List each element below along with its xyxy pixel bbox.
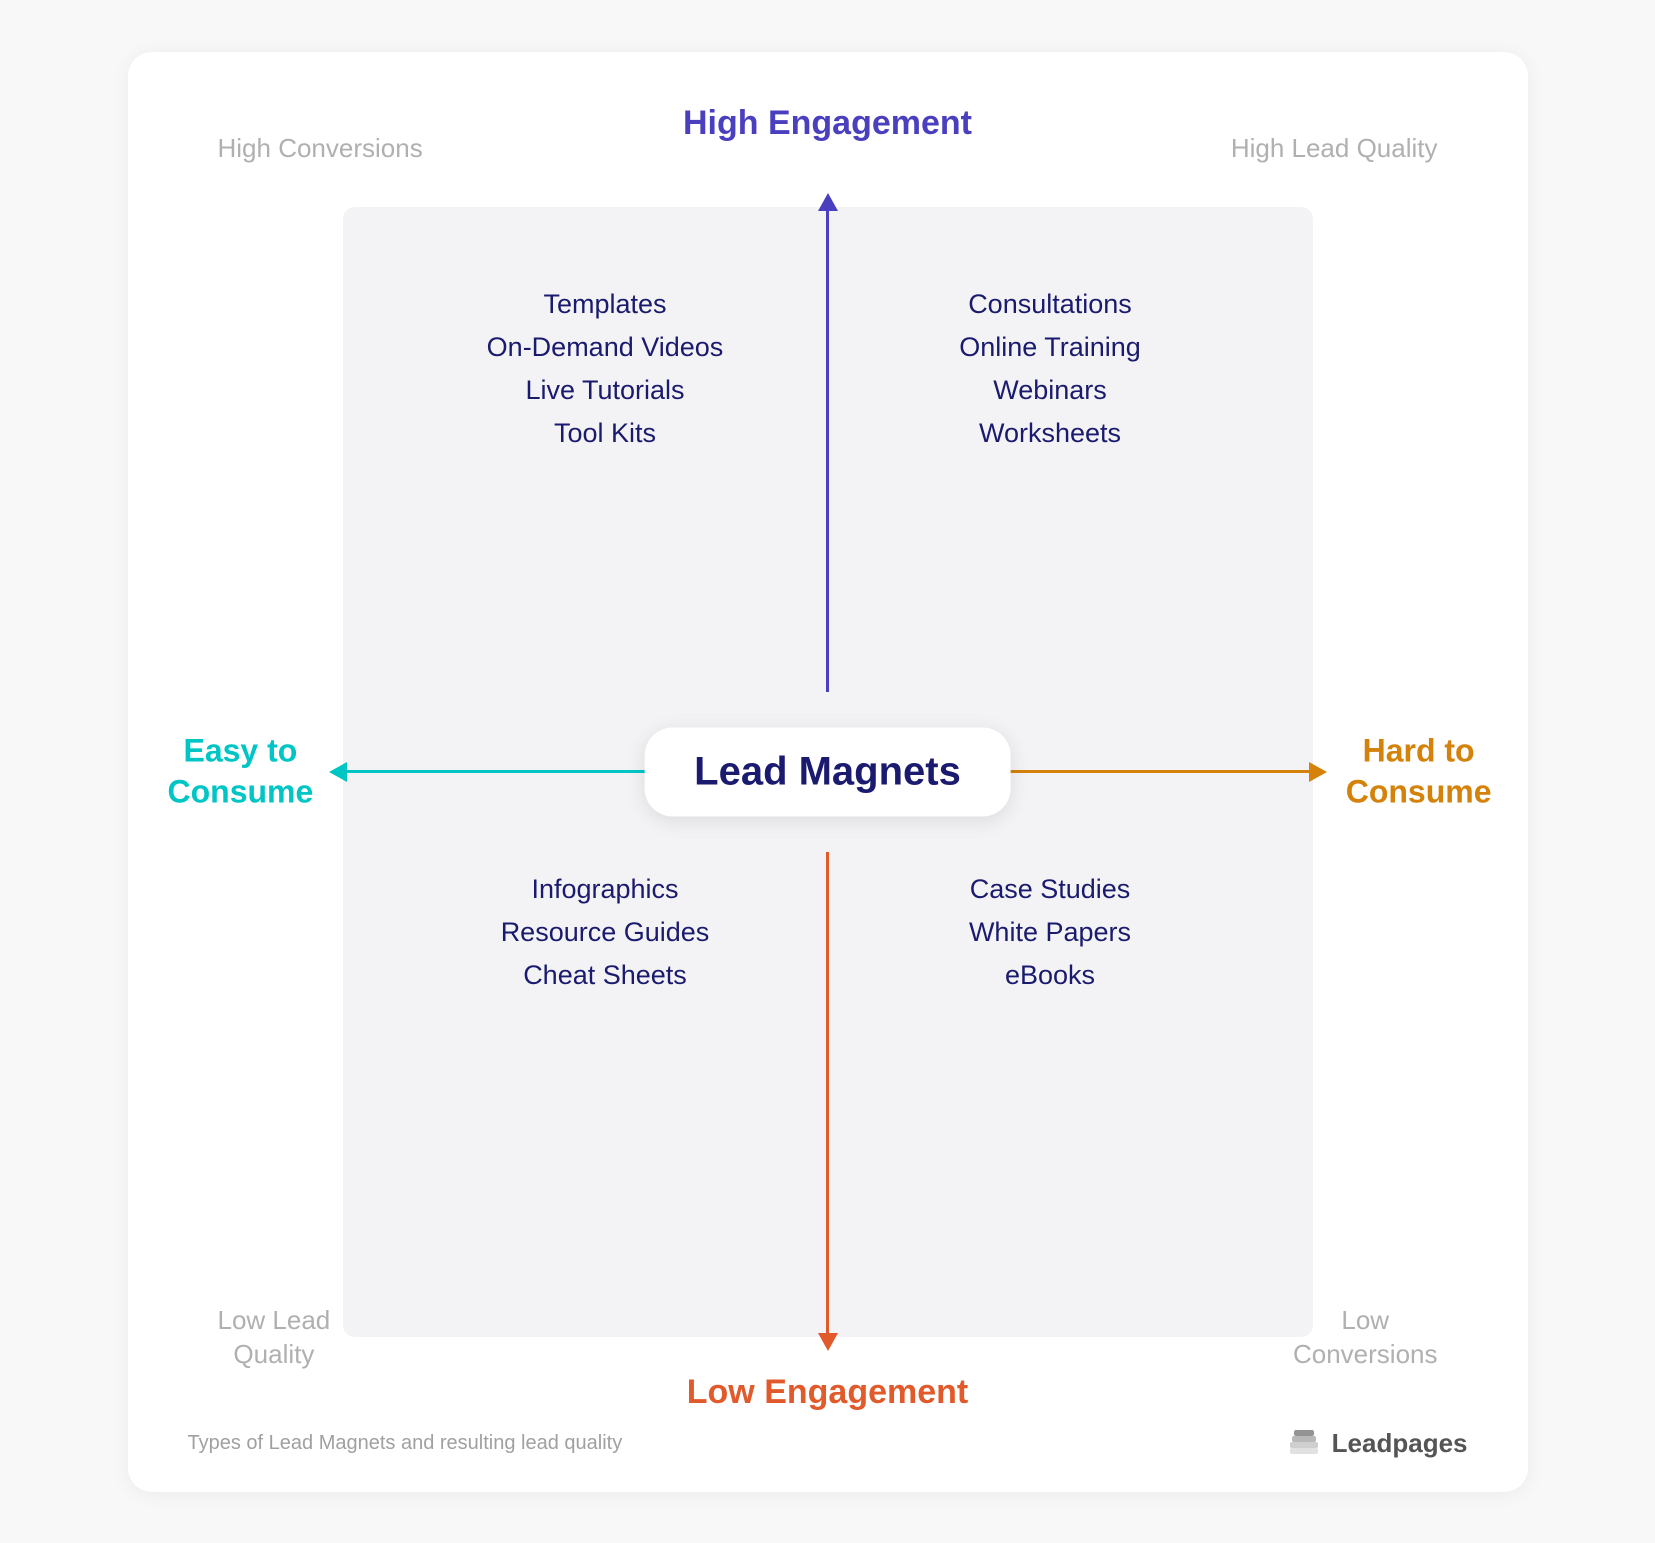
corner-label-bottom-right: LowConversions [1293, 1304, 1438, 1372]
item-case-studies: Case Studies [970, 872, 1131, 907]
quadrant-top-left: Templates On-Demand Videos Live Tutorial… [383, 287, 828, 451]
item-worksheets: Worksheets [979, 416, 1121, 451]
main-card: High Engagement Low Engagement Easy toCo… [128, 52, 1528, 1492]
axis-label-left: Easy toConsume [168, 730, 314, 813]
item-templates: Templates [543, 287, 666, 322]
leadpages-logo: Leadpages [1286, 1426, 1468, 1462]
item-resource-guides: Resource Guides [501, 915, 710, 950]
axis-label-right: Hard toConsume [1346, 730, 1492, 813]
footer: Types of Lead Magnets and resulting lead… [188, 1426, 1468, 1462]
axis-label-bottom: Low Engagement [687, 1373, 968, 1412]
footer-caption: Types of Lead Magnets and resulting lead… [188, 1432, 623, 1455]
item-on-demand-videos: On-Demand Videos [487, 330, 724, 365]
item-tool-kits: Tool Kits [554, 416, 656, 451]
leadpages-icon [1286, 1426, 1322, 1462]
item-ebooks: eBooks [1005, 958, 1095, 993]
item-infographics: Infographics [531, 872, 678, 907]
leadpages-brand-name: Leadpages [1332, 1428, 1468, 1459]
center-title: Lead Magnets [694, 749, 961, 794]
arrow-up-icon [818, 193, 838, 211]
arrow-down-icon [818, 1333, 838, 1351]
corner-label-bottom-left: Low LeadQuality [218, 1304, 331, 1372]
item-white-papers: White Papers [969, 915, 1131, 950]
center-box: Lead Magnets [644, 727, 1011, 816]
chart-area: Lead Magnets Templates On-Demand Videos … [343, 207, 1313, 1337]
item-cheat-sheets: Cheat Sheets [523, 958, 687, 993]
corner-label-top-left: High Conversions [218, 132, 423, 166]
item-live-tutorials: Live Tutorials [525, 373, 684, 408]
item-webinars: Webinars [993, 373, 1107, 408]
item-consultations: Consultations [968, 287, 1132, 322]
axis-label-top: High Engagement [683, 104, 972, 143]
item-online-training: Online Training [959, 330, 1141, 365]
quadrant-top-right: Consultations Online Training Webinars W… [828, 287, 1273, 451]
corner-label-top-right: High Lead Quality [1231, 132, 1438, 166]
arrow-right-icon [1309, 762, 1327, 782]
arrow-left-icon [329, 762, 347, 782]
